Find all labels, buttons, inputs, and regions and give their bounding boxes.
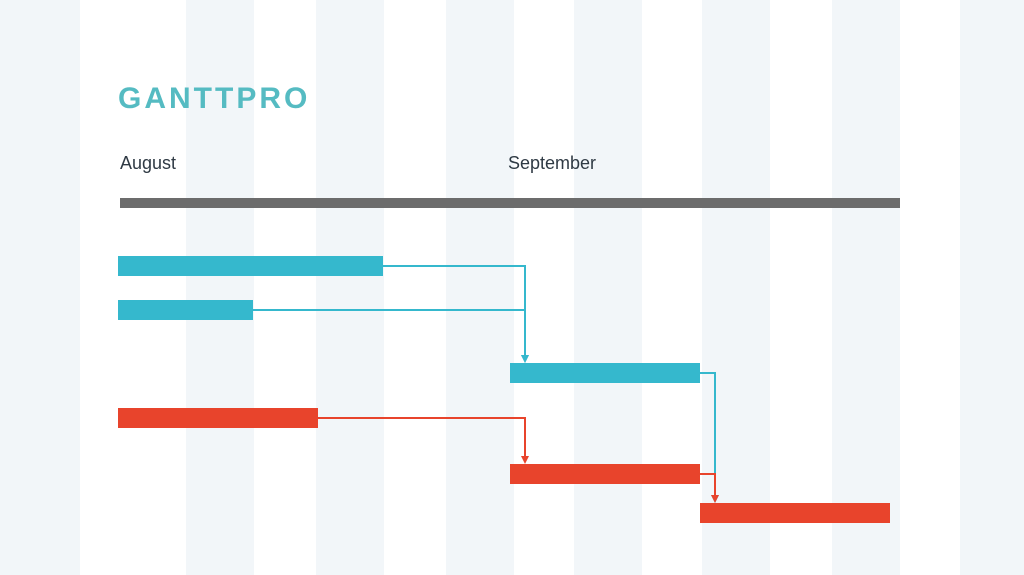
gantt-task-bar[interactable] [118, 300, 253, 320]
gantt-task-bar[interactable] [510, 363, 700, 383]
column-stripe [316, 0, 384, 575]
column-stripe [574, 0, 642, 575]
gantt-task-bar[interactable] [510, 464, 700, 484]
column-stripe [446, 0, 514, 575]
column-stripe [0, 0, 80, 575]
gantt-chart-canvas: GANTTPRO August September [0, 0, 1024, 575]
gantt-task-bar[interactable] [118, 408, 318, 428]
month-label: September [508, 153, 596, 174]
gantt-task-bar[interactable] [118, 256, 383, 276]
column-stripe [960, 0, 1024, 575]
column-stripe [832, 0, 900, 575]
gantt-task-bar[interactable] [700, 503, 890, 523]
month-label: August [120, 153, 176, 174]
project-timeline-bar [120, 198, 900, 208]
column-stripe [702, 0, 770, 575]
brand-logo: GANTTPRO [118, 82, 310, 116]
